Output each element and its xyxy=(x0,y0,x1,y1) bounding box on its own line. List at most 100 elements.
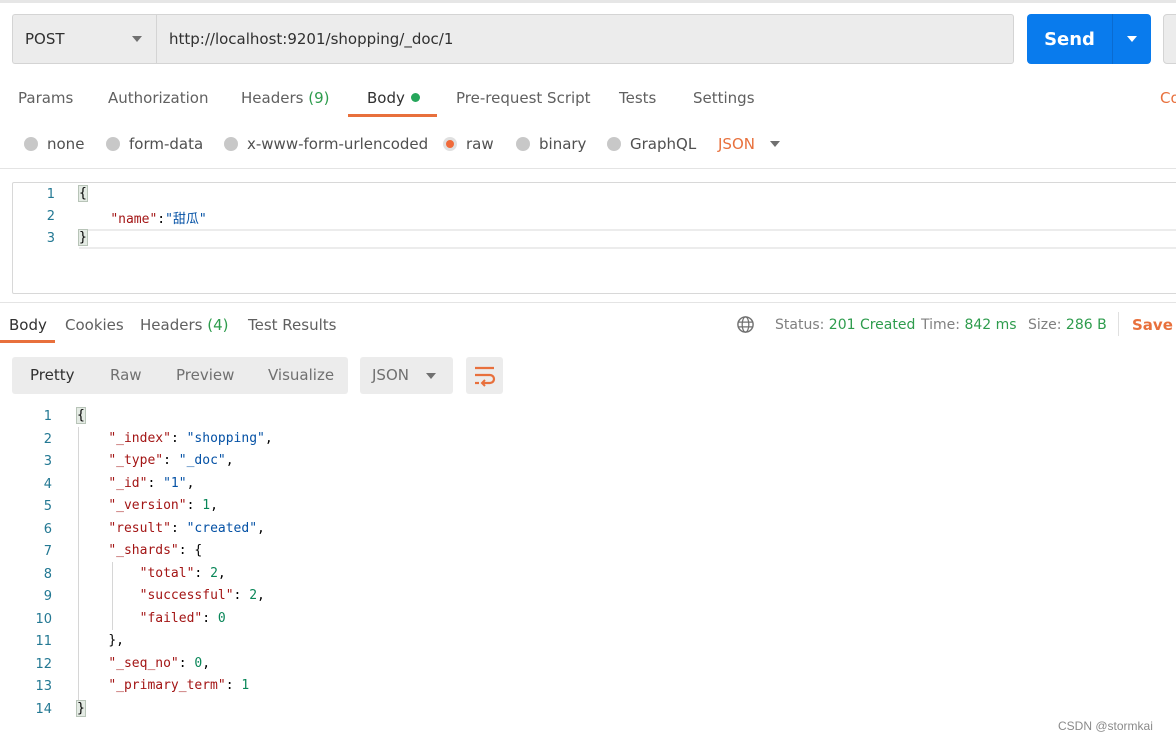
line-number: 1 xyxy=(43,409,52,424)
save-response-button[interactable]: Save R xyxy=(1132,313,1176,337)
url-input[interactable]: http://localhost:9201/shopping/_doc/1 xyxy=(156,14,1014,64)
radio-label: raw xyxy=(466,135,494,153)
brace: } xyxy=(76,699,86,717)
tab-label: Headers xyxy=(241,89,304,107)
radio-icon xyxy=(516,137,530,151)
status-value[interactable]: 201 Created xyxy=(829,317,916,333)
brace: } xyxy=(78,229,88,246)
send-options-button[interactable] xyxy=(1113,14,1151,64)
radio-icon xyxy=(224,137,238,151)
response-status: Status: 201 Created xyxy=(775,313,915,337)
wrap-lines-button[interactable] xyxy=(466,357,503,394)
code-line: "_shards": { xyxy=(108,543,203,558)
code-line: "result": "created", xyxy=(108,520,265,536)
response-tab-headers[interactable]: Headers (4) xyxy=(140,313,228,337)
mode-preview[interactable]: Preview xyxy=(176,357,234,394)
radio-icon xyxy=(106,137,120,151)
radio-none[interactable]: none xyxy=(24,132,84,156)
response-body-viewer[interactable]: 1 {2 "_index": "shopping", 3 "_type": "_do… xyxy=(0,405,1176,725)
mode-raw[interactable]: Raw xyxy=(110,357,142,394)
wrap-lines-icon xyxy=(475,366,496,387)
chevron-down-icon[interactable] xyxy=(770,141,780,147)
code-line: "_index": "shopping", xyxy=(108,430,273,446)
radio-form-data[interactable]: form-data xyxy=(106,132,203,156)
tab-label: Tests xyxy=(619,89,657,107)
code-line: "total": 2, xyxy=(139,565,226,581)
response-size: Size: 286 B xyxy=(1028,313,1107,337)
line-number: 3 xyxy=(43,454,52,469)
radio-graphql[interactable]: GraphQL xyxy=(607,132,696,156)
tab-params[interactable]: Params xyxy=(18,86,73,110)
cookies-link[interactable]: Co xyxy=(1160,86,1176,110)
method-label: POST xyxy=(25,30,65,48)
line-number: 4 xyxy=(43,476,52,492)
tab-settings[interactable]: Settings xyxy=(693,86,755,110)
response-tab-body[interactable]: Body xyxy=(9,313,47,337)
current-line-highlight xyxy=(79,229,1176,249)
radio-label: x-www-form-urlencoded xyxy=(247,135,429,153)
line-number: 2 xyxy=(43,431,52,447)
method-select[interactable]: POST xyxy=(12,14,156,64)
watermark: CSDN @stormkai xyxy=(1058,719,1153,733)
code-line: }, xyxy=(108,633,124,648)
radio-raw[interactable]: raw xyxy=(443,132,494,156)
tab-headers[interactable]: Headers (9) xyxy=(241,86,329,110)
radio-label: none xyxy=(47,135,85,153)
response-time: Time: 842 ms xyxy=(921,313,1017,337)
line-number: 6 xyxy=(43,521,52,537)
time-value[interactable]: 842 ms xyxy=(964,317,1016,333)
headers-count: (9) xyxy=(308,89,330,107)
tab-body[interactable]: Body xyxy=(367,86,420,110)
save-button[interactable] xyxy=(1163,14,1176,64)
request-body-editor[interactable]: 1 2 3 { "name":"甜瓜" } xyxy=(12,182,1176,294)
chevron-down-icon xyxy=(132,36,142,42)
line-number: 5 xyxy=(43,499,52,514)
code-line: "_primary_term": 1 xyxy=(108,678,250,693)
radio-icon xyxy=(24,137,38,151)
chevron-down-icon xyxy=(1127,36,1137,42)
window-top-border xyxy=(0,0,1176,3)
mode-pretty[interactable]: Pretty xyxy=(30,357,75,394)
line-number: 7 xyxy=(43,544,52,559)
code-line: "_version": 1, xyxy=(108,498,218,513)
radio-x-www-form-urlencoded[interactable]: x-www-form-urlencoded xyxy=(224,132,428,156)
brace: { xyxy=(76,407,86,424)
tab-authorization[interactable]: Authorization xyxy=(108,86,208,110)
response-format-select[interactable]: JSON xyxy=(360,357,453,394)
view-mode-bar: Pretty Raw Preview Visualize xyxy=(12,357,348,394)
body-language-select[interactable]: JSON xyxy=(718,132,755,156)
code-line: "failed": 0 xyxy=(139,610,226,626)
radio-icon xyxy=(607,137,621,151)
radio-label: binary xyxy=(539,135,587,153)
active-tab-indicator xyxy=(348,114,437,117)
mode-visualize[interactable]: Visualize xyxy=(268,357,334,394)
response-tab-test-results[interactable]: Test Results xyxy=(248,313,336,337)
active-tab-indicator xyxy=(0,340,55,343)
code-line: "name":"甜瓜" xyxy=(110,212,207,227)
code-line: { xyxy=(78,185,88,202)
tab-pre-request-script[interactable]: Pre-request Script xyxy=(456,86,591,110)
divider xyxy=(0,302,1176,303)
radio-selected-icon xyxy=(443,137,457,151)
send-button[interactable]: Send xyxy=(1027,14,1113,64)
code-line: "successful": 2, xyxy=(139,588,265,603)
format-label: JSON xyxy=(372,366,409,384)
headers-count: (4) xyxy=(207,316,229,334)
code-line: "_seq_no": 0, xyxy=(108,655,211,671)
code-line: "_type": "_doc", xyxy=(108,453,234,468)
line-number: 14 xyxy=(35,701,52,717)
code-line: "_id": "1", xyxy=(108,475,195,491)
line-number: 3 xyxy=(46,231,55,246)
time-label: Time: xyxy=(921,317,960,333)
size-value[interactable]: 286 B xyxy=(1066,317,1107,333)
tab-tests[interactable]: Tests xyxy=(619,86,656,110)
globe-icon[interactable] xyxy=(736,315,755,334)
modified-dot-icon xyxy=(410,93,420,102)
radio-label: GraphQL xyxy=(630,135,697,153)
status-label: Status: xyxy=(775,317,825,333)
url-text: http://localhost:9201/shopping/_doc/1 xyxy=(169,30,454,48)
tab-label: Authorization xyxy=(108,89,209,107)
tab-label: Body xyxy=(367,89,405,107)
radio-binary[interactable]: binary xyxy=(516,132,586,156)
response-tab-cookies[interactable]: Cookies xyxy=(65,313,124,337)
